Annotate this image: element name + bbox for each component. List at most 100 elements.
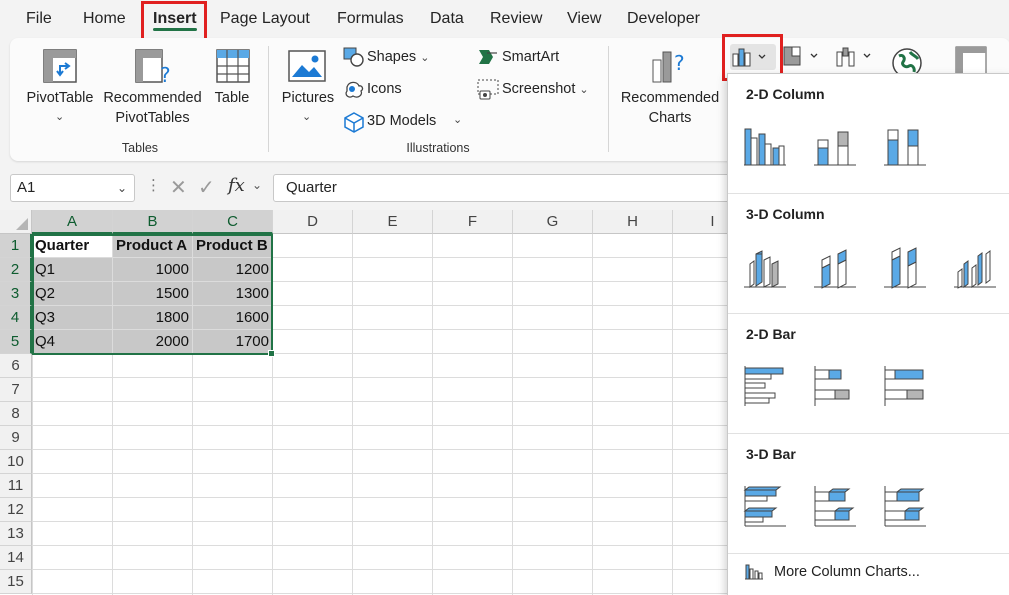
stacked-column-icon[interactable] <box>812 124 858 173</box>
cell-b2[interactable]: 1000 <box>113 258 193 282</box>
table-button[interactable]: Table <box>207 90 257 106</box>
column-header[interactable]: H <box>593 210 673 234</box>
enter-icon[interactable]: ✓ <box>198 175 215 200</box>
name-box-chevron-icon[interactable]: ⌄ <box>117 175 127 201</box>
cancel-icon[interactable]: ✕ <box>170 175 187 200</box>
row-header[interactable]: 2 <box>0 258 32 282</box>
smartart-icon <box>477 47 499 72</box>
screenshot-icon <box>477 79 499 106</box>
column-header[interactable]: G <box>513 210 593 234</box>
tab-formulas[interactable]: Formulas <box>337 0 404 38</box>
pivot-table-button[interactable]: PivotTable <box>25 90 95 106</box>
select-all-corner[interactable] <box>0 210 32 234</box>
column-header[interactable]: D <box>273 210 353 234</box>
tab-insert[interactable]: Insert <box>153 0 197 38</box>
waterfall-chart-button[interactable] <box>836 46 878 73</box>
formula-input[interactable]: Quarter <box>273 174 733 202</box>
section-3d-bar: 3-D Bar <box>746 446 796 462</box>
shapes-button[interactable]: Shapes ⌄ <box>367 49 429 65</box>
column-header[interactable]: B <box>113 210 193 234</box>
cell-c4[interactable]: 1600 <box>193 306 273 330</box>
section-2d-column: 2-D Column <box>746 86 825 102</box>
column-header[interactable]: E <box>353 210 433 234</box>
100-stacked-column-icon[interactable] <box>882 124 928 173</box>
group-separator <box>608 46 609 152</box>
cell-a3[interactable]: Q2 <box>32 282 113 306</box>
screenshot-button[interactable]: Screenshot ⌄ <box>502 81 589 97</box>
row-header[interactable]: 14 <box>0 546 32 570</box>
row-header[interactable]: 8 <box>0 402 32 426</box>
cell-b3[interactable]: 1500 <box>113 282 193 306</box>
name-box[interactable]: A1 ⌄ <box>10 174 135 202</box>
clustered-bar-icon[interactable] <box>742 364 788 413</box>
3d-clustered-bar-icon[interactable] <box>742 484 788 533</box>
more-options-icon[interactable]: ⋮ <box>146 176 161 194</box>
column-chart-gallery: 2-D Column 3-D Column 2-D Bar 3-D Bar Mo… <box>727 73 1009 595</box>
row-header[interactable]: 5 <box>0 330 32 354</box>
column-header[interactable]: C <box>193 210 273 234</box>
models-3d-chevron-icon[interactable]: ⌄ <box>453 113 462 126</box>
3d-clustered-column-icon[interactable] <box>742 246 788 295</box>
pictures-chevron-icon[interactable]: ⌄ <box>302 110 311 123</box>
fx-chevron-icon[interactable]: ⌄ <box>252 178 262 192</box>
row-header[interactable]: 3 <box>0 282 32 306</box>
column-header[interactable]: F <box>433 210 513 234</box>
recommended-pivot-button[interactable]: Recommended <box>100 90 205 106</box>
shapes-icon <box>343 47 365 72</box>
row-header[interactable]: 15 <box>0 570 32 594</box>
tab-view[interactable]: View <box>567 0 601 38</box>
column-header[interactable]: A <box>32 210 113 234</box>
hierarchy-chart-button[interactable] <box>783 46 825 73</box>
row-header[interactable]: 9 <box>0 426 32 450</box>
recommended-charts-button[interactable]: Recommended <box>615 90 725 106</box>
row-header[interactable]: 12 <box>0 498 32 522</box>
tab-page-layout[interactable]: Page Layout <box>220 0 310 38</box>
row-header[interactable]: 6 <box>0 354 32 378</box>
cell-b4[interactable]: 1800 <box>113 306 193 330</box>
pictures-icon <box>288 50 326 87</box>
column-chart-button[interactable] <box>730 44 776 70</box>
section-divider <box>728 193 1009 194</box>
3d-column-icon[interactable] <box>952 246 998 295</box>
3d-100-stacked-bar-icon[interactable] <box>882 484 928 533</box>
3d-stacked-bar-icon[interactable] <box>812 484 858 533</box>
icons-button[interactable]: Icons <box>367 81 402 97</box>
cell-b5[interactable]: 2000 <box>113 330 193 354</box>
worksheet-grid[interactable]: A B C D E F G H I 1 2 3 4 5 6 7 8 9 10 1… <box>0 210 753 595</box>
3d-100-stacked-column-icon[interactable] <box>882 246 928 295</box>
smartart-button[interactable]: SmartArt <box>502 49 559 65</box>
cell-a2[interactable]: Q1 <box>32 258 113 282</box>
cell-b1[interactable]: Product A <box>113 234 193 258</box>
pivot-table-chevron-icon[interactable]: ⌄ <box>55 110 64 123</box>
cell-c5[interactable]: 1700 <box>193 330 273 354</box>
clustered-column-icon[interactable] <box>742 124 788 173</box>
row-header[interactable]: 13 <box>0 522 32 546</box>
cell-c3[interactable]: 1300 <box>193 282 273 306</box>
row-header[interactable]: 11 <box>0 474 32 498</box>
models-3d-button[interactable]: 3D Models <box>367 113 436 129</box>
row-header[interactable]: 7 <box>0 378 32 402</box>
tab-home[interactable]: Home <box>83 0 126 38</box>
insert-function-button[interactable]: fx <box>228 175 245 196</box>
row-header[interactable]: 1 <box>0 234 32 258</box>
cell-a4[interactable]: Q3 <box>32 306 113 330</box>
tab-developer[interactable]: Developer <box>627 0 700 38</box>
tables-group-label: Tables <box>121 141 159 155</box>
pictures-button[interactable]: Pictures <box>278 90 338 106</box>
cell-c1[interactable]: Product B <box>193 234 273 258</box>
cell-c2[interactable]: 1200 <box>193 258 273 282</box>
cell-a5[interactable]: Q4 <box>32 330 113 354</box>
tab-file[interactable]: File <box>26 0 52 38</box>
cell-a1[interactable]: Quarter <box>32 234 113 258</box>
more-column-charts-link[interactable]: More Column Charts... <box>774 564 920 580</box>
3d-stacked-column-icon[interactable] <box>812 246 858 295</box>
tab-review[interactable]: Review <box>490 0 542 38</box>
tab-data[interactable]: Data <box>430 0 464 38</box>
stacked-bar-icon[interactable] <box>812 364 858 413</box>
row-header[interactable]: 10 <box>0 450 32 474</box>
ribbon-tabs: File Home Insert Page Layout Formulas Da… <box>0 0 1009 41</box>
100-stacked-bar-icon[interactable] <box>882 364 928 413</box>
screenshot-chevron-icon: ⌄ <box>579 84 589 96</box>
row-header[interactable]: 4 <box>0 306 32 330</box>
fill-handle[interactable] <box>268 350 275 357</box>
